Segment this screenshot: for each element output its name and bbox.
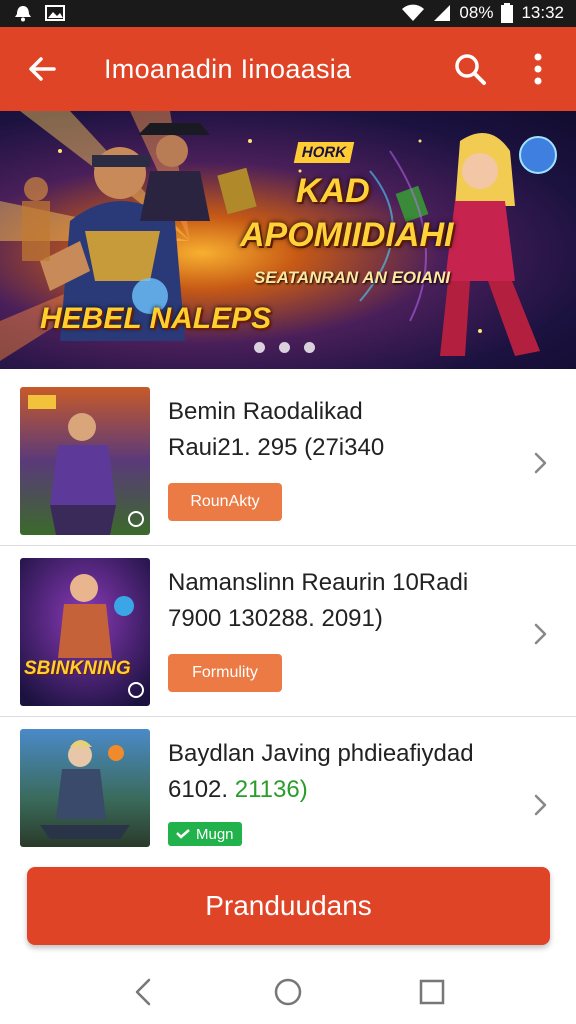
banner-title-line2: APOMIIDIAHI	[240, 216, 454, 254]
item-tag-label: Mugn	[196, 825, 234, 843]
item-title: Namanslinn Reaurin 10Radi	[168, 569, 469, 596]
image-icon	[45, 5, 65, 21]
nav-recents-button[interactable]	[412, 972, 452, 1012]
item-thumbnail	[20, 729, 150, 847]
chevron-right-icon[interactable]	[528, 451, 552, 475]
battery-icon	[501, 3, 514, 23]
check-icon	[176, 829, 190, 839]
carousel-dot[interactable]	[254, 342, 265, 353]
status-bar: 08% 13:32	[0, 0, 576, 27]
search-button[interactable]	[446, 45, 494, 93]
item-title: Baydlan Javing phdieafiydad	[168, 740, 474, 767]
banner-badge: HORK	[293, 142, 355, 163]
nav-recents-icon	[419, 979, 445, 1005]
nav-back-button[interactable]	[124, 972, 164, 1012]
nav-home-icon	[274, 978, 302, 1006]
status-time: 13:32	[521, 3, 564, 22]
signal-icon	[434, 5, 451, 21]
page-title: Imoanadin Iinoaasia	[104, 54, 352, 84]
item-thumbnail: SBINKNING	[20, 558, 150, 706]
wifi-icon	[402, 4, 425, 21]
back-button[interactable]	[18, 45, 66, 93]
banner-subtitle: SEATANRAN AN EOIANI	[254, 268, 451, 287]
nav-back-icon	[135, 978, 151, 1006]
more-vert-icon	[534, 53, 542, 85]
app-bar: Imoanadin Iinoaasia	[0, 27, 576, 111]
item-thumbnail	[20, 387, 150, 535]
nav-home-button[interactable]	[268, 972, 308, 1012]
thumbnail-logo-text: SBINKNING	[24, 658, 131, 679]
more-options-button[interactable]	[514, 45, 562, 93]
carousel-dot[interactable]	[304, 342, 315, 353]
item-tag-button[interactable]: Formulity	[168, 654, 282, 692]
chevron-right-icon[interactable]	[528, 622, 552, 646]
search-icon	[455, 54, 486, 85]
item-title: Bemin Raodalikad	[168, 398, 363, 425]
battery-percent: 08%	[459, 3, 494, 22]
banner-brand-logo: HEBEL NALEPS	[40, 302, 272, 335]
back-arrow-icon	[29, 57, 56, 81]
item-meta: 7900 130288. 2091)	[168, 605, 383, 632]
notification-icon	[15, 6, 31, 22]
list-item[interactable]: SBINKNING Namanslinn Reaurin 10Radi 7900…	[0, 547, 576, 717]
carousel-indicator[interactable]	[254, 342, 315, 353]
item-meta: Raui21. 295 (27i340	[168, 434, 385, 461]
list-item[interactable]: Bemin Raodalikad Raui21. 295 (27i340 Rou…	[0, 376, 576, 546]
banner-title-line1: KAD	[296, 172, 370, 210]
primary-action-button[interactable]: Pranduudans	[27, 867, 550, 945]
chevron-right-icon[interactable]	[528, 793, 552, 817]
item-tag-badge[interactable]: Mugn	[168, 822, 242, 846]
system-nav-bar	[0, 960, 576, 1024]
carousel-dot[interactable]	[279, 342, 290, 353]
item-meta: 6102. 21136)	[168, 776, 308, 803]
list-item[interactable]: Baydlan Javing phdieafiydad 6102. 21136)…	[0, 718, 576, 888]
item-tag-button[interactable]: RounAkty	[168, 483, 282, 521]
